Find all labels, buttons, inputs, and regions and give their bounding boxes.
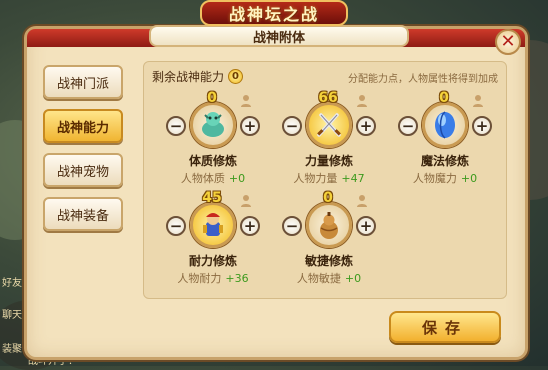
attribute-agility: 0 − + 敏捷修炼 人物敏捷 +0	[274, 190, 384, 302]
remaining-label: 剩余战神能力	[152, 70, 225, 84]
person-icon	[241, 95, 251, 107]
decrease-button[interactable]: −	[166, 116, 186, 136]
stat-bonus: +0	[228, 172, 246, 185]
attribute-constitution: 0 − + 体质修炼 人物体质 +0	[158, 90, 268, 202]
game-logo: 战神坛之战	[200, 0, 348, 26]
increase-button[interactable]: +	[356, 116, 376, 136]
attribute-points: 0	[439, 90, 449, 106]
attribute-stat: 人物力量 +47	[274, 170, 384, 186]
panel-title: 战神附体	[252, 30, 305, 46]
person-icon	[241, 195, 251, 207]
person-icon	[357, 195, 367, 207]
side-text-chat[interactable]: 聊天	[2, 306, 22, 321]
tab-label: 战神装备	[56, 208, 109, 224]
attribute-endurance: 45 − + 耐力修炼 人物耐力 +36	[158, 190, 268, 302]
attribute-magic: 0 − + 魔法修炼 人物魔力 +0	[390, 90, 500, 202]
side-text-friends[interactable]: 好友	[2, 274, 22, 289]
armored-warrior-icon	[190, 202, 236, 248]
allocation-hint: 分配能力点，人物属性将得到加成	[348, 74, 498, 85]
attribute-points: 45	[202, 190, 222, 206]
decrease-button[interactable]: −	[398, 116, 418, 136]
stat-bonus: +36	[225, 272, 249, 285]
save-button[interactable]: 保存	[389, 311, 501, 343]
person-icon	[473, 95, 483, 107]
jade-beast-icon	[190, 102, 236, 148]
title-plate: 战神附体	[149, 25, 409, 47]
increase-button[interactable]: +	[472, 116, 492, 136]
side-text-gather: 装聚	[2, 344, 22, 355]
tab-sect[interactable]: 战神门派	[43, 65, 123, 99]
attribute-points: 66	[318, 90, 338, 106]
attribute-stat: 人物耐力 +36	[158, 270, 268, 286]
increase-button[interactable]: +	[240, 116, 260, 136]
save-label: 保存	[421, 318, 468, 337]
attribute-name: 体质修炼	[188, 154, 237, 168]
remaining-points-coin: 0	[228, 69, 244, 84]
attribute-name: 力量修炼	[304, 154, 353, 168]
stat-label: 人物魔力	[412, 172, 457, 185]
attribute-points: 0	[323, 190, 333, 206]
crossed-swords-icon	[306, 102, 352, 148]
decrease-button[interactable]: −	[282, 216, 302, 236]
tab-label: 战神门派	[56, 76, 109, 92]
tab-label: 战神能力	[56, 120, 109, 136]
close-button[interactable]: ✕	[495, 29, 521, 55]
ability-content: 剩余战神能力 0 分配能力点，人物属性将得到加成 0 − + 体质修炼 人物体质…	[143, 61, 507, 299]
stat-bonus: +0	[344, 272, 362, 285]
attribute-stat: 人物魔力 +0	[390, 170, 500, 186]
person-icon	[357, 95, 367, 107]
tab-pet[interactable]: 战神宠物	[43, 153, 123, 187]
game-title: 战神坛之战	[228, 5, 319, 24]
blue-gem-icon	[422, 102, 468, 148]
tab-equipment[interactable]: 战神装备	[43, 197, 123, 231]
tab-ability[interactable]: 战神能力	[43, 109, 123, 143]
stat-label: 人物敏捷	[296, 272, 341, 285]
stat-bonus: +47	[341, 172, 365, 185]
attribute-points: 0	[207, 90, 217, 106]
attribute-stat: 人物体质 +0	[158, 170, 268, 186]
close-icon: ✕	[500, 31, 516, 52]
attribute-name: 耐力修炼	[188, 254, 237, 268]
attribute-stat: 人物敏捷 +0	[274, 270, 384, 286]
attribute-strength: 66 − + 力量修炼 人物力量 +47	[274, 90, 384, 202]
decrease-button[interactable]: −	[282, 116, 302, 136]
attribute-name: 魔法修炼	[420, 154, 469, 168]
stat-label: 人物力量	[293, 172, 338, 185]
stat-label: 人物体质	[180, 172, 225, 185]
increase-button[interactable]: +	[356, 216, 376, 236]
remaining-points: 剩余战神能力 0	[152, 68, 244, 85]
gourd-icon	[306, 202, 352, 248]
increase-button[interactable]: +	[240, 216, 260, 236]
spirit-panel: 战神附体 ✕ 战神门派 战神能力 战神宠物 战神装备 剩余战神能力 0 分配能力…	[24, 25, 528, 360]
stat-bonus: +0	[460, 172, 478, 185]
attribute-name: 敏捷修炼	[304, 254, 353, 268]
stat-label: 人物耐力	[177, 272, 222, 285]
tab-label: 战神宠物	[56, 164, 109, 180]
decrease-button[interactable]: −	[166, 216, 186, 236]
